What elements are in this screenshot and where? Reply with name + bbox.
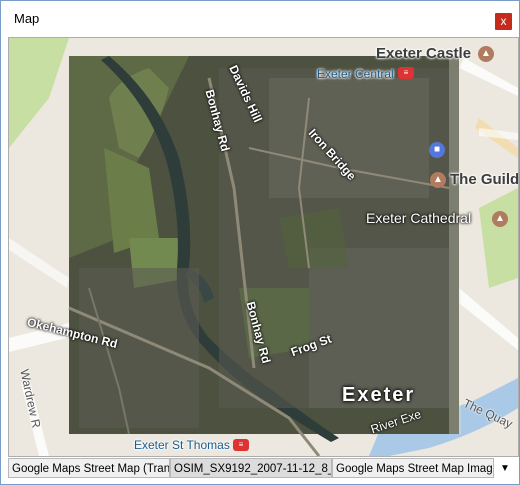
label-exeter: Exeter bbox=[342, 384, 416, 406]
rail-icon[interactable]: ≡ bbox=[398, 67, 414, 79]
layer-tab-street-map-transparent[interactable]: Google Maps Street Map (Tran... bbox=[8, 458, 170, 478]
label-exeter-castle: Exeter Castle bbox=[376, 45, 472, 62]
title-bar: Map x bbox=[1, 1, 519, 37]
label-exeter-cathedral: Exeter Cathedral bbox=[366, 210, 472, 226]
label-exeter-central: Exeter Central bbox=[317, 67, 394, 81]
rail-icon[interactable]: ≡ bbox=[233, 439, 249, 451]
museum-icon[interactable]: ▲ bbox=[492, 211, 508, 227]
label-the-guild: The Guild bbox=[450, 171, 519, 188]
place-icon[interactable]: ▲ bbox=[430, 172, 446, 188]
window-title: Map bbox=[14, 11, 40, 26]
close-button[interactable]: x bbox=[495, 13, 512, 30]
chevron-down-icon[interactable]: ▼ bbox=[496, 460, 514, 478]
map-canvas[interactable]: Exeter Castle ▲ Exeter Central ≡ Davids … bbox=[8, 37, 519, 457]
shopping-icon[interactable]: ■ bbox=[429, 142, 445, 158]
map-window: Map x Exeter Castle ▲ Exeter Central ≡ D… bbox=[0, 0, 520, 485]
label-exeter-st-thomas: Exeter St Thomas bbox=[134, 438, 230, 452]
layer-tab-street-map-image[interactable]: Google Maps Street Map Image... bbox=[332, 458, 494, 478]
close-icon: x bbox=[500, 14, 507, 28]
layer-tab-osim-image[interactable]: OSIM_SX9192_2007-11-12_8_... bbox=[170, 458, 332, 478]
museum-icon[interactable]: ▲ bbox=[478, 46, 494, 62]
base-map bbox=[9, 38, 518, 456]
layer-tabs-bar: Google Maps Street Map (Tran... OSIM_SX9… bbox=[8, 458, 517, 480]
